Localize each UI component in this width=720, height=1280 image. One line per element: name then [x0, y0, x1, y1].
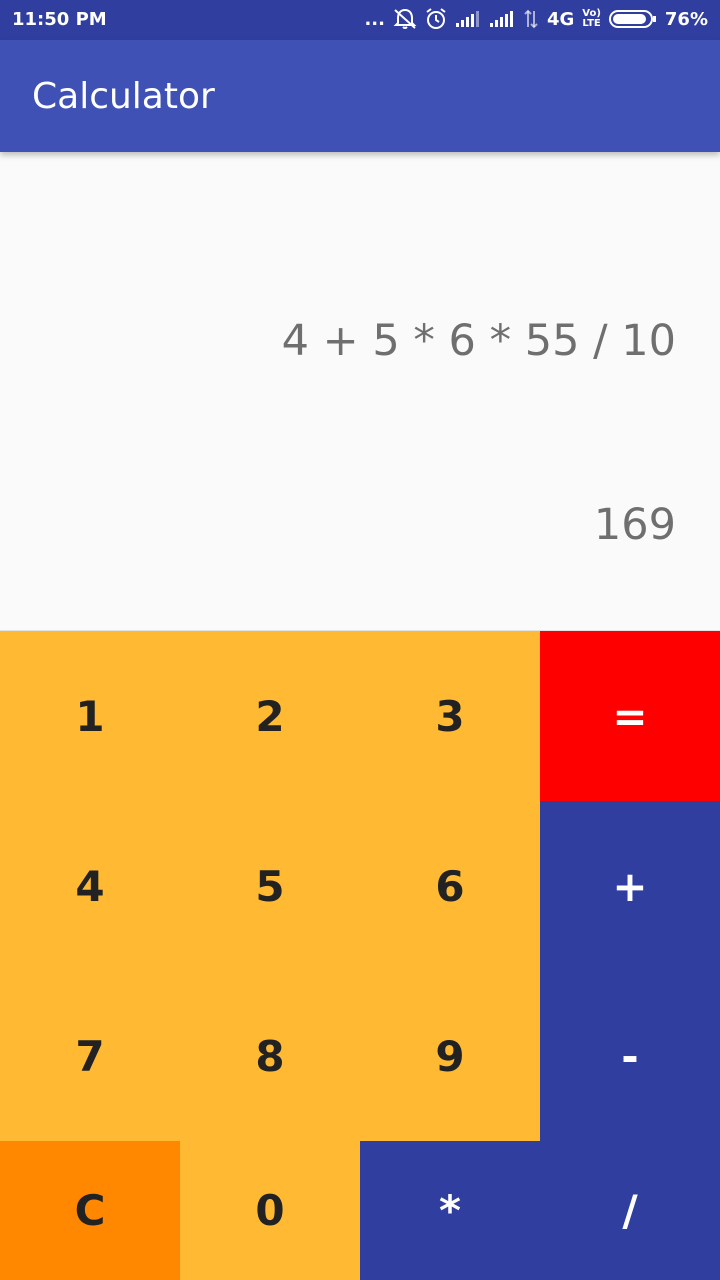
- expression-text: 4 + 5 * 6 * 55 / 10: [281, 316, 676, 366]
- key-9-button[interactable]: 9: [360, 971, 540, 1141]
- divide-button[interactable]: /: [540, 1141, 720, 1280]
- data-arrows-icon: [523, 9, 539, 29]
- status-bar: 11:50 PM ... 4G Vo) LTE 76%: [0, 0, 720, 40]
- battery-icon: [608, 9, 657, 29]
- key-3-button[interactable]: 3: [360, 631, 540, 801]
- keypad: 1 2 3 = 4 5 6 + 7 8 9 - C 0 * /: [0, 631, 720, 1280]
- clear-button[interactable]: C: [0, 1141, 180, 1280]
- volte-icon: Vo) LTE: [582, 9, 601, 29]
- result-text: 169: [593, 500, 676, 550]
- app-bar: Calculator: [0, 40, 720, 152]
- signal-icon: [489, 10, 515, 28]
- calculator-display: 4 + 5 * 6 * 55 / 10 169: [0, 152, 720, 631]
- status-icons: ... 4G Vo) LTE 76%: [364, 8, 708, 30]
- key-4-button[interactable]: 4: [0, 801, 180, 971]
- equals-button[interactable]: =: [540, 631, 720, 801]
- app-title: Calculator: [32, 76, 215, 117]
- key-7-button[interactable]: 7: [0, 971, 180, 1141]
- alarm-clock-icon: [425, 8, 447, 30]
- signal-icon: [455, 10, 481, 28]
- key-8-button[interactable]: 8: [180, 971, 360, 1141]
- more-dots-icon: ...: [364, 8, 385, 30]
- alarm-muted-icon: [393, 8, 417, 30]
- multiply-button[interactable]: *: [360, 1141, 540, 1280]
- battery-percentage: 76%: [664, 8, 708, 30]
- key-5-button[interactable]: 5: [180, 801, 360, 971]
- key-6-button[interactable]: 6: [360, 801, 540, 971]
- volte-bottom-label: LTE: [582, 18, 601, 29]
- key-0-button[interactable]: 0: [180, 1141, 360, 1280]
- minus-button[interactable]: -: [540, 971, 720, 1141]
- plus-button[interactable]: +: [540, 801, 720, 971]
- network-type: 4G: [546, 8, 575, 30]
- key-2-button[interactable]: 2: [180, 631, 360, 801]
- status-time: 11:50 PM: [12, 9, 107, 30]
- key-1-button[interactable]: 1: [0, 631, 180, 801]
